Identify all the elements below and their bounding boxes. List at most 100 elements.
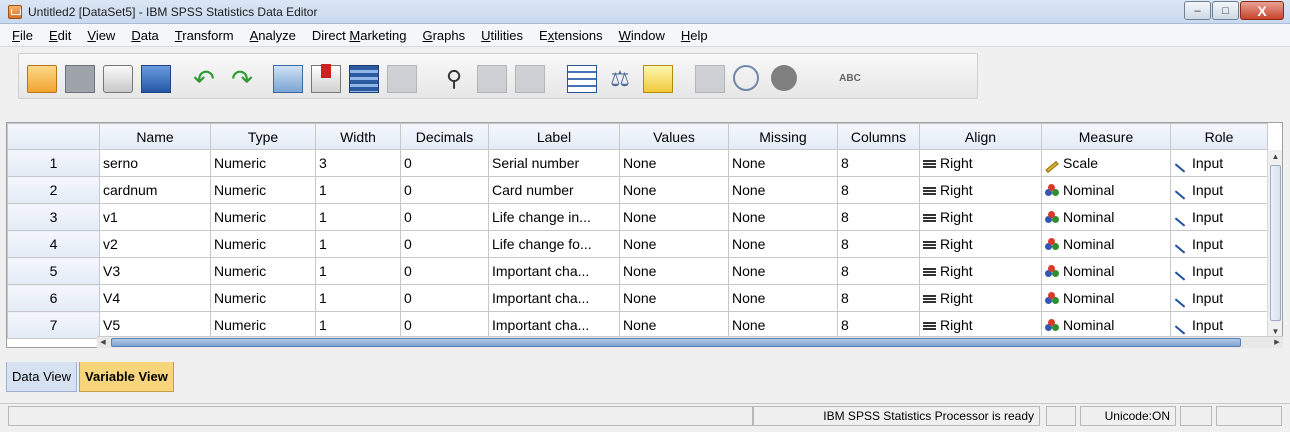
use-sets-icon[interactable]: [733, 65, 759, 91]
row-number-cell[interactable]: 5: [7, 257, 100, 285]
role-cell[interactable]: Input: [1170, 284, 1268, 312]
missing-cell[interactable]: None: [728, 149, 838, 177]
type-cell[interactable]: Numeric: [210, 176, 316, 204]
go-to-case-icon[interactable]: [273, 65, 303, 93]
values-cell[interactable]: None: [619, 284, 729, 312]
decimals-cell[interactable]: 0: [400, 311, 489, 339]
label-cell[interactable]: Important cha...: [488, 257, 620, 285]
columns-cell[interactable]: 8: [837, 203, 920, 231]
align-cell[interactable]: Right: [919, 176, 1042, 204]
values-cell[interactable]: None: [619, 149, 729, 177]
open-folder-icon[interactable]: [27, 65, 57, 93]
name-cell[interactable]: V3: [99, 257, 211, 285]
width-cell[interactable]: 1: [315, 311, 401, 339]
scroll-left-icon[interactable]: ◀: [97, 337, 109, 348]
columns-cell[interactable]: 8: [837, 176, 920, 204]
column-header-role[interactable]: Role: [1170, 123, 1268, 150]
measure-cell[interactable]: Scale: [1041, 149, 1171, 177]
name-cell[interactable]: V5: [99, 311, 211, 339]
row-number-cell[interactable]: 1: [7, 149, 100, 177]
column-header-measure[interactable]: Measure: [1041, 123, 1171, 150]
measure-cell[interactable]: Nominal: [1041, 176, 1171, 204]
menu-analyze[interactable]: Analyze: [242, 28, 304, 43]
table-row[interactable]: 4 v2 Numeric 1 0 Life change fo... None None 8 Ri…: [7, 230, 1268, 258]
missing-cell[interactable]: None: [728, 284, 838, 312]
role-cell[interactable]: Input: [1170, 311, 1268, 339]
row-number-cell[interactable]: 4: [7, 230, 100, 258]
table-row[interactable]: 7 V5 Numeric 1 0 Important cha... None None 8 Rig…: [7, 311, 1268, 339]
role-cell[interactable]: Input: [1170, 203, 1268, 231]
name-cell[interactable]: serno: [99, 149, 211, 177]
role-cell[interactable]: Input: [1170, 230, 1268, 258]
type-cell[interactable]: Numeric: [210, 284, 316, 312]
recall-dialog-icon[interactable]: [141, 65, 171, 93]
width-cell[interactable]: 1: [315, 284, 401, 312]
values-cell[interactable]: None: [619, 176, 729, 204]
label-cell[interactable]: Life change in...: [488, 203, 620, 231]
row-number-cell[interactable]: 3: [7, 203, 100, 231]
missing-cell[interactable]: None: [728, 176, 838, 204]
spell-check-icon[interactable]: ABC: [835, 65, 865, 93]
label-cell[interactable]: Important cha...: [488, 284, 620, 312]
menu-file[interactable]: File: [4, 28, 41, 43]
tab-variable-view[interactable]: Variable View: [79, 362, 174, 392]
measure-cell[interactable]: Nominal: [1041, 311, 1171, 339]
menu-extensions[interactable]: Extensions: [531, 28, 611, 43]
find-icon[interactable]: ⚲: [439, 65, 469, 93]
align-cell[interactable]: Right: [919, 203, 1042, 231]
save-icon[interactable]: [65, 65, 95, 93]
width-cell[interactable]: 1: [315, 176, 401, 204]
width-cell[interactable]: 1: [315, 230, 401, 258]
label-cell[interactable]: Life change fo...: [488, 230, 620, 258]
menu-graphs[interactable]: Graphs: [414, 28, 473, 43]
column-header-name[interactable]: Name: [99, 123, 211, 150]
decimals-cell[interactable]: 0: [400, 230, 489, 258]
balance-scale-icon[interactable]: ⚖: [605, 65, 635, 93]
menu-help[interactable]: Help: [673, 28, 716, 43]
weight-cases-icon[interactable]: [477, 65, 507, 93]
decimals-cell[interactable]: 0: [400, 203, 489, 231]
align-cell[interactable]: Right: [919, 230, 1042, 258]
role-cell[interactable]: Input: [1170, 257, 1268, 285]
type-cell[interactable]: Numeric: [210, 149, 316, 177]
values-cell[interactable]: None: [619, 257, 729, 285]
label-cell[interactable]: Important cha...: [488, 311, 620, 339]
vertical-scrollbar[interactable]: ▲ ▼: [1267, 150, 1282, 339]
decimals-cell[interactable]: 0: [400, 149, 489, 177]
vertical-scroll-thumb[interactable]: [1270, 165, 1281, 321]
missing-cell[interactable]: None: [728, 257, 838, 285]
name-cell[interactable]: v2: [99, 230, 211, 258]
role-cell[interactable]: Input: [1170, 176, 1268, 204]
name-cell[interactable]: cardnum: [99, 176, 211, 204]
table-row[interactable]: 6 V4 Numeric 1 0 Important cha... None None 8 Rig…: [7, 284, 1268, 312]
menu-transform[interactable]: Transform: [167, 28, 242, 43]
label-cell[interactable]: Card number: [488, 176, 620, 204]
row-number-cell[interactable]: 6: [7, 284, 100, 312]
align-cell[interactable]: Right: [919, 257, 1042, 285]
measure-cell[interactable]: Nominal: [1041, 230, 1171, 258]
close-button[interactable]: X: [1240, 1, 1284, 20]
values-cell[interactable]: None: [619, 311, 729, 339]
decimals-cell[interactable]: 0: [400, 284, 489, 312]
row-number-cell[interactable]: 2: [7, 176, 100, 204]
menu-edit[interactable]: Edit: [41, 28, 79, 43]
data-grid-icon[interactable]: [567, 65, 597, 93]
table-row[interactable]: 2 cardnum Numeric 1 0 Card number None None 8 Rig…: [7, 176, 1268, 204]
scroll-right-icon[interactable]: ▶: [1271, 337, 1283, 348]
menu-utilities[interactable]: Utilities: [473, 28, 531, 43]
column-header-align[interactable]: Align: [919, 123, 1042, 150]
insert-variable-icon[interactable]: [311, 64, 341, 93]
columns-cell[interactable]: 8: [837, 257, 920, 285]
print-icon[interactable]: [103, 65, 133, 93]
table-row[interactable]: 1 serno Numeric 3 0 Serial number None None 8 Rig…: [7, 149, 1268, 177]
undo-icon[interactable]: ↶: [189, 65, 219, 93]
values-cell[interactable]: None: [619, 230, 729, 258]
menu-direct-marketing[interactable]: Direct Marketing: [304, 28, 415, 43]
type-cell[interactable]: Numeric: [210, 203, 316, 231]
columns-cell[interactable]: 8: [837, 284, 920, 312]
name-cell[interactable]: v1: [99, 203, 211, 231]
width-cell[interactable]: 1: [315, 203, 401, 231]
columns-cell[interactable]: 8: [837, 230, 920, 258]
missing-cell[interactable]: None: [728, 230, 838, 258]
row-number-cell[interactable]: 7: [7, 311, 100, 339]
